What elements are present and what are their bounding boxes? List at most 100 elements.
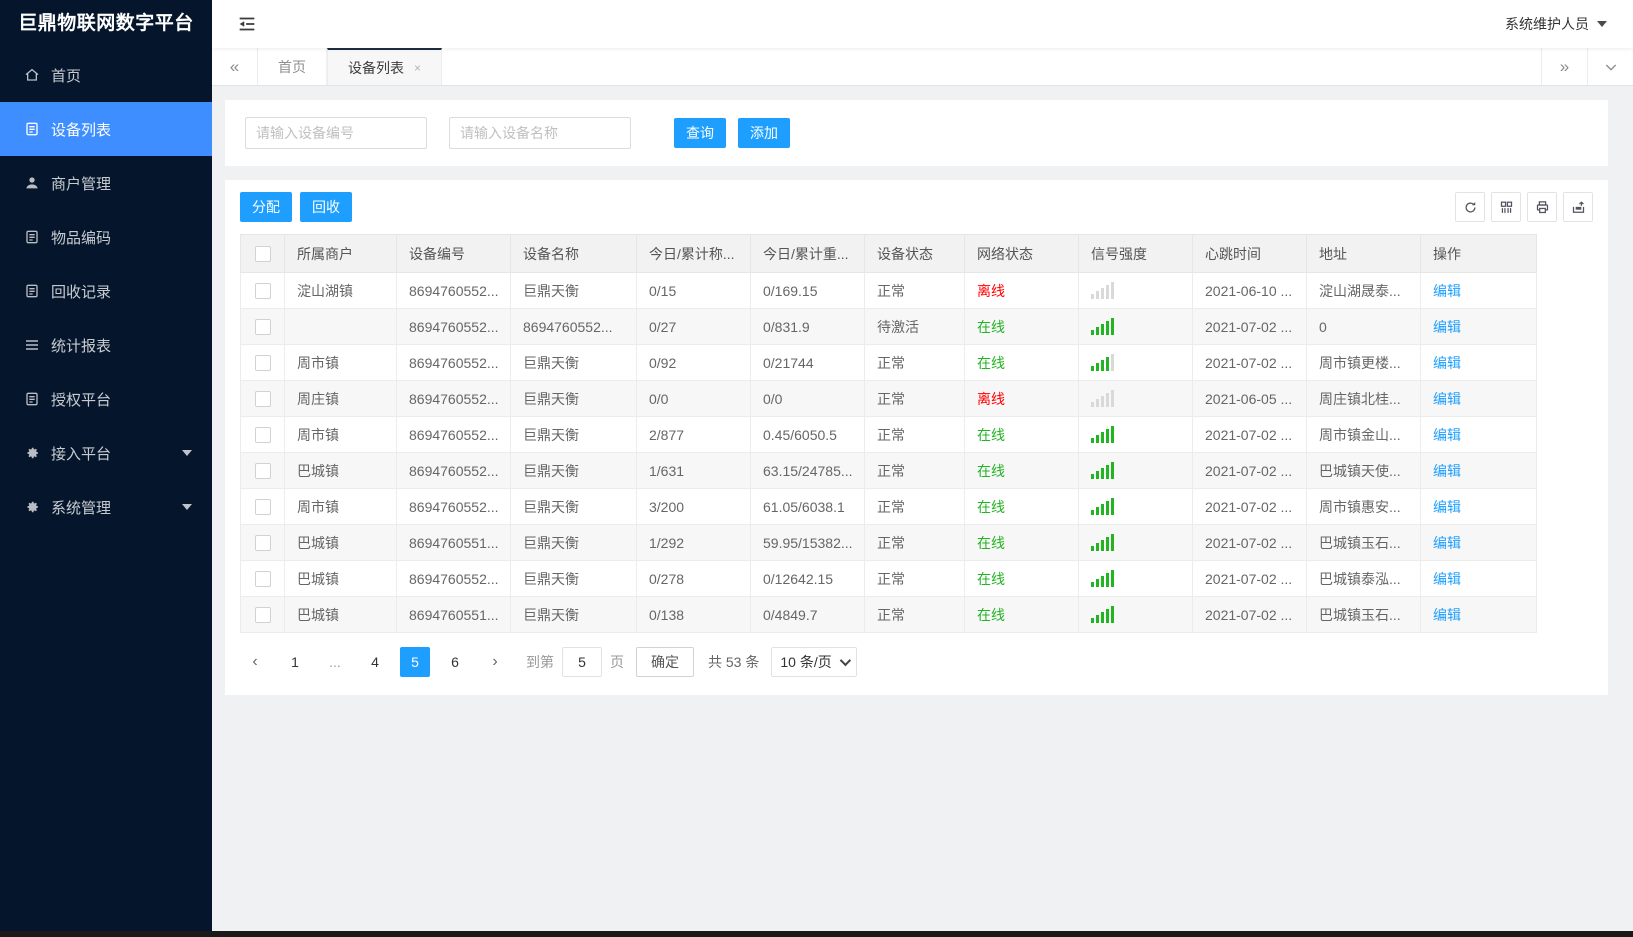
device-no-cell: 8694760552... bbox=[396, 560, 511, 597]
confirm-button[interactable]: 确定 bbox=[636, 647, 694, 677]
next-page-button[interactable]: › bbox=[480, 647, 510, 677]
sidebar-item-home[interactable]: 首页 bbox=[0, 48, 212, 102]
recycle-button[interactable]: 回收 bbox=[300, 192, 352, 222]
sidebar-item-recycle-records[interactable]: 回收记录 bbox=[0, 264, 212, 318]
device-name-input[interactable] bbox=[449, 117, 631, 149]
sidebar-item-device-list[interactable]: 设备列表 bbox=[0, 102, 212, 156]
page-size-select[interactable]: 10 条/页 bbox=[771, 647, 857, 677]
tab-device-list[interactable]: 设备列表 × bbox=[327, 48, 443, 85]
print-icon[interactable] bbox=[1527, 192, 1557, 222]
close-icon[interactable]: × bbox=[414, 61, 421, 75]
heartbeat-cell: 2021-07-02 ... bbox=[1192, 524, 1307, 561]
page-button-4[interactable]: 4 bbox=[360, 647, 390, 677]
signal-bars-icon bbox=[1091, 462, 1180, 479]
sidebar-item-access-platform[interactable]: 接入平台 bbox=[0, 426, 212, 480]
merchant-cell: 淀山湖镇 bbox=[284, 272, 397, 309]
assign-button[interactable]: 分配 bbox=[240, 192, 292, 222]
row-checkbox[interactable] bbox=[254, 319, 271, 336]
signal-cell bbox=[1078, 596, 1193, 633]
device-name-cell: 巨鼎天衡 bbox=[510, 452, 637, 489]
tab-home[interactable]: 首页 bbox=[258, 48, 327, 85]
page-ellipsis: ... bbox=[329, 654, 341, 670]
device-status-cell: 正常 bbox=[864, 380, 965, 417]
prev-page-button[interactable]: ‹ bbox=[240, 647, 270, 677]
refresh-icon[interactable] bbox=[1455, 192, 1485, 222]
row-checkbox[interactable] bbox=[254, 535, 271, 552]
table-row: 巴城镇 8694760551... 巨鼎天衡 1/292 59.95/15382... 正… bbox=[240, 524, 1537, 561]
row-checkbox[interactable] bbox=[254, 427, 271, 444]
columns-icon[interactable] bbox=[1491, 192, 1521, 222]
page-button-5-active[interactable]: 5 bbox=[400, 647, 430, 677]
user-menu[interactable]: 系统维护人员 bbox=[1505, 14, 1607, 34]
signal-bars-icon bbox=[1091, 570, 1180, 587]
edit-link[interactable]: 编辑 bbox=[1433, 319, 1461, 335]
row-checkbox[interactable] bbox=[254, 607, 271, 624]
export-icon[interactable] bbox=[1563, 192, 1593, 222]
today-weight-cell: 0.45/6050.5 bbox=[750, 416, 865, 453]
table-panel: 分配 回收 所属商户 设备编号 设备名称 今日/累计称... 今日/累计重...… bbox=[225, 180, 1608, 695]
action-cell: 编辑 bbox=[1420, 344, 1537, 381]
row-checkbox[interactable] bbox=[254, 571, 271, 588]
table-header-row: 所属商户 设备编号 设备名称 今日/累计称... 今日/累计重... 设备状态 … bbox=[240, 234, 1537, 273]
today-weight-cell: 0/831.9 bbox=[750, 308, 865, 345]
today-count-cell: 0/15 bbox=[636, 272, 751, 309]
edit-link[interactable]: 编辑 bbox=[1433, 571, 1461, 587]
device-no-input[interactable] bbox=[245, 117, 427, 149]
heartbeat-cell: 2021-07-02 ... bbox=[1192, 308, 1307, 345]
device-status-cell: 正常 bbox=[864, 596, 965, 633]
address-cell: 巴城镇玉石... bbox=[1306, 524, 1421, 561]
action-cell: 编辑 bbox=[1420, 488, 1537, 525]
row-checkbox[interactable] bbox=[254, 463, 271, 480]
edit-link[interactable]: 编辑 bbox=[1433, 499, 1461, 515]
sidebar-item-statistics-reports[interactable]: 统计报表 bbox=[0, 318, 212, 372]
sidebar-item-authorization-platform[interactable]: 授权平台 bbox=[0, 372, 212, 426]
edit-link[interactable]: 编辑 bbox=[1433, 607, 1461, 623]
collapse-menu-icon[interactable] bbox=[236, 13, 258, 35]
merchant-cell: 巴城镇 bbox=[284, 452, 397, 489]
sidebar-item-merchant-management[interactable]: 商户管理 bbox=[0, 156, 212, 210]
device-status-cell: 正常 bbox=[864, 452, 965, 489]
sidebar-item-system-management[interactable]: 系统管理 bbox=[0, 480, 212, 534]
edit-link[interactable]: 编辑 bbox=[1433, 391, 1461, 407]
row-checkbox[interactable] bbox=[254, 499, 271, 516]
edit-link[interactable]: 编辑 bbox=[1433, 463, 1461, 479]
net-status-cell: 离线 bbox=[964, 380, 1079, 417]
edit-link[interactable]: 编辑 bbox=[1433, 283, 1461, 299]
edit-link[interactable]: 编辑 bbox=[1433, 535, 1461, 551]
address-cell: 巴城镇玉石... bbox=[1306, 596, 1421, 633]
today-count-cell: 0/92 bbox=[636, 344, 751, 381]
address-cell: 周市镇更楼... bbox=[1306, 344, 1421, 381]
chevron-down-icon bbox=[839, 654, 851, 667]
doc-icon bbox=[24, 283, 40, 299]
tabs-scroll-right-icon[interactable]: » bbox=[1541, 48, 1587, 85]
edit-link[interactable]: 编辑 bbox=[1433, 355, 1461, 371]
query-button[interactable]: 查询 bbox=[674, 118, 726, 148]
sidebar-item-label: 商户管理 bbox=[51, 175, 112, 193]
device-table: 所属商户 设备编号 设备名称 今日/累计称... 今日/累计重... 设备状态 … bbox=[240, 234, 1537, 633]
doc-icon bbox=[24, 121, 40, 137]
merchant-cell: 周庄镇 bbox=[284, 380, 397, 417]
action-cell: 编辑 bbox=[1420, 524, 1537, 561]
tabs-menu-icon[interactable] bbox=[1587, 48, 1633, 85]
tabs-scroll-left-icon[interactable]: « bbox=[212, 48, 258, 85]
table-row: 巴城镇 8694760552... 巨鼎天衡 0/278 0/12642.15 正常 在线 2… bbox=[240, 560, 1537, 597]
today-count-cell: 0/27 bbox=[636, 308, 751, 345]
sidebar-item-item-coding[interactable]: 物品编码 bbox=[0, 210, 212, 264]
row-checkbox[interactable] bbox=[254, 391, 271, 408]
address-cell: 周庄镇北桂... bbox=[1306, 380, 1421, 417]
action-cell: 编辑 bbox=[1420, 308, 1537, 345]
today-count-cell: 2/877 bbox=[636, 416, 751, 453]
edit-link[interactable]: 编辑 bbox=[1433, 427, 1461, 443]
col-device-name: 设备名称 bbox=[510, 234, 637, 273]
page-unit-label: 页 bbox=[610, 654, 624, 670]
col-signal: 信号强度 bbox=[1078, 234, 1193, 273]
row-checkbox[interactable] bbox=[254, 283, 271, 300]
goto-page-input[interactable] bbox=[562, 647, 602, 677]
col-address: 地址 bbox=[1306, 234, 1421, 273]
signal-cell bbox=[1078, 380, 1193, 417]
add-button[interactable]: 添加 bbox=[738, 118, 790, 148]
page-button-1[interactable]: 1 bbox=[280, 647, 310, 677]
row-checkbox[interactable] bbox=[254, 355, 271, 372]
page-button-6[interactable]: 6 bbox=[440, 647, 470, 677]
select-all-checkbox[interactable] bbox=[254, 246, 271, 263]
